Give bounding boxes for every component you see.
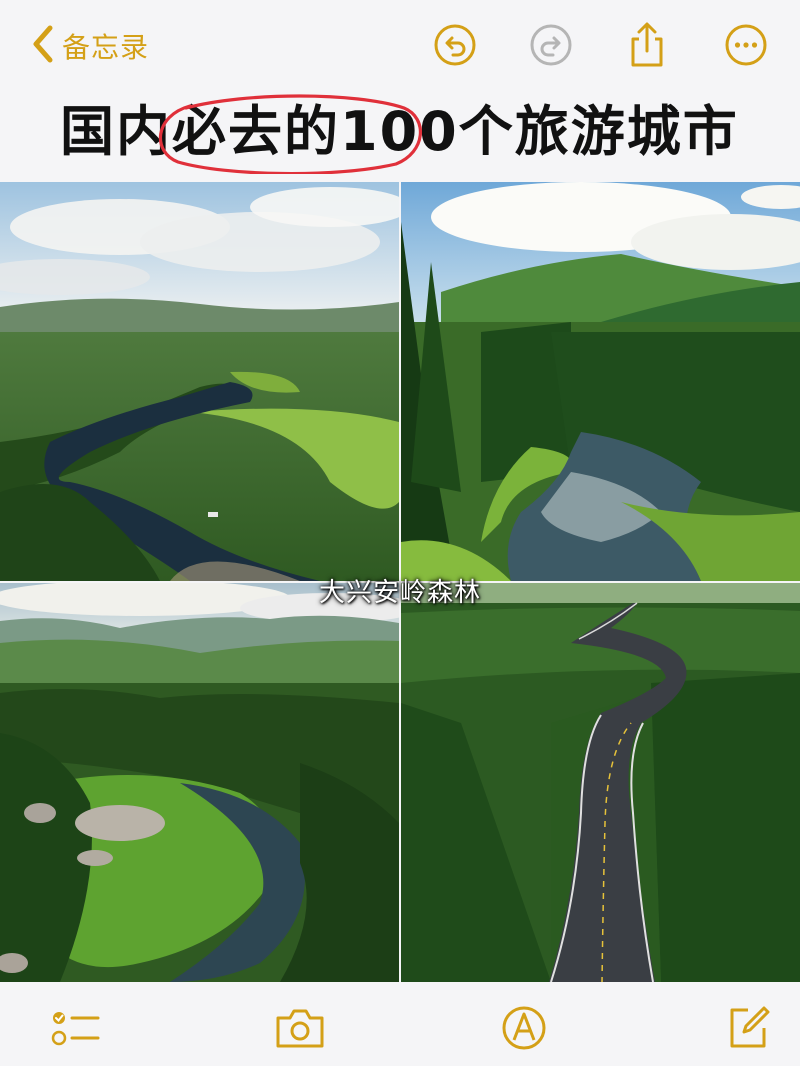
bottom-toolbar xyxy=(0,982,800,1066)
hills-river-meadow-photo[interactable] xyxy=(0,583,399,982)
photo-collage: 大兴安岭森林 xyxy=(0,182,800,982)
undo-icon[interactable] xyxy=(432,22,478,68)
chevron-left-icon xyxy=(30,22,56,70)
checklist-icon[interactable] xyxy=(50,1002,102,1054)
forest-road-photo[interactable] xyxy=(401,583,800,982)
note-title-area: 国内必去的100个旅游城市 xyxy=(60,92,760,174)
share-icon[interactable] xyxy=(624,22,670,68)
markup-icon[interactable] xyxy=(498,1002,550,1054)
highlight-circle xyxy=(158,94,422,174)
more-icon[interactable] xyxy=(723,22,769,68)
back-label: 备忘录 xyxy=(62,31,150,64)
compose-icon[interactable] xyxy=(722,1002,774,1054)
camera-icon[interactable] xyxy=(274,1002,326,1054)
river-valley-forest-photo[interactable] xyxy=(0,182,399,581)
navigation-bar: 备忘录 xyxy=(0,0,800,90)
back-button[interactable]: 备忘录 xyxy=(30,22,149,70)
photo-caption: 大兴安岭森林 xyxy=(318,578,481,608)
mountain-stream-forest-photo[interactable] xyxy=(401,182,800,581)
redo-icon[interactable] xyxy=(528,22,574,68)
